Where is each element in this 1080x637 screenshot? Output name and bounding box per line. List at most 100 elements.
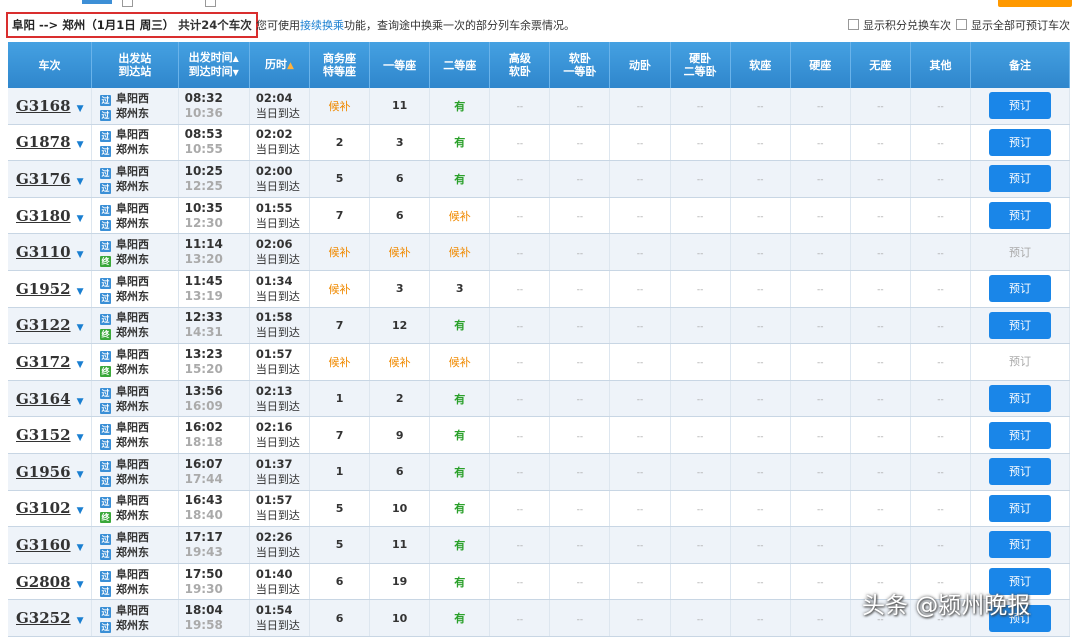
seat-cell: 候补 — [429, 233, 491, 271]
chevron-down-icon[interactable]: ▼ — [77, 323, 84, 333]
seat-unavailable: -- — [576, 578, 584, 589]
pass-station-icon: 过 — [100, 131, 112, 143]
arrival-time: 17:44 — [184, 471, 223, 486]
duration-value: 02:00 — [255, 163, 293, 178]
train-number-link[interactable]: G3176 — [16, 170, 71, 188]
book-button[interactable]: 预订 — [989, 165, 1052, 193]
from-station: 过阜阳西 — [100, 603, 178, 619]
transfer-link[interactable]: 接续换乘 — [300, 19, 344, 32]
filter-selected-tag[interactable] — [82, 0, 112, 4]
seat-unavailable: -- — [516, 321, 524, 332]
seat-availability: 候补 — [328, 99, 351, 113]
book-button[interactable]: 预订 — [989, 458, 1052, 486]
from-station-name: 阜阳西 — [116, 567, 150, 581]
book-button[interactable]: 预订 — [989, 421, 1052, 449]
order-button[interactable] — [998, 0, 1072, 7]
book-button[interactable]: 预订 — [989, 385, 1052, 413]
arrival-day: 当日到达 — [255, 362, 300, 376]
book-button[interactable]: 预订 — [989, 494, 1052, 522]
arrival-day: 当日到达 — [255, 399, 300, 413]
train-number-link[interactable]: G3168 — [16, 97, 71, 115]
show-all-checkbox[interactable] — [956, 19, 967, 30]
show-all-option[interactable]: 显示全部可预订车次 — [956, 17, 1070, 33]
train-number-link[interactable]: G2808 — [16, 573, 71, 591]
chevron-down-icon[interactable]: ▼ — [77, 397, 84, 407]
seat-cell: -- — [670, 343, 731, 381]
train-number-link[interactable]: G3122 — [16, 316, 71, 334]
train-number-link[interactable]: G1952 — [16, 280, 71, 298]
pass-station-icon: 过 — [100, 182, 112, 194]
stations-cell: 过阜阳西过郑州东 — [91, 380, 179, 418]
remark-cell: 预订 — [970, 307, 1070, 345]
seat-unavailable: -- — [817, 431, 824, 442]
chevron-down-icon[interactable]: ▼ — [77, 616, 84, 626]
train-number-link[interactable]: G3110 — [16, 243, 71, 261]
seat-availability: 7 — [335, 428, 344, 442]
chevron-down-icon[interactable]: ▼ — [77, 470, 84, 480]
chevron-down-icon[interactable]: ▼ — [77, 543, 84, 553]
chevron-down-icon[interactable]: ▼ — [77, 104, 84, 114]
chevron-down-icon[interactable]: ▼ — [77, 140, 84, 150]
chevron-down-icon[interactable]: ▼ — [77, 360, 84, 370]
pass-station-icon: 过 — [100, 277, 112, 289]
seat-availability: 3 — [395, 135, 404, 149]
times-cell: 16:43 18:40 — [178, 490, 250, 528]
duration-cell: 01:57 当日到达 — [249, 490, 311, 528]
seat-cell: 11 — [369, 526, 431, 564]
train-cell: G3176 ▼ — [8, 160, 93, 198]
table-row: G3176 ▼ 过阜阳西过郑州东 10:25 12:25 02:00 当日到达 5 6 有 -- --… — [8, 160, 1070, 198]
col-stations[interactable]: 出发站 到达站 — [91, 42, 179, 88]
book-button[interactable]: 预订 — [989, 92, 1052, 120]
book-button[interactable]: 预订 — [989, 311, 1052, 339]
book-button[interactable]: 预订 — [989, 275, 1052, 303]
col-train[interactable]: 车次 — [8, 42, 93, 88]
seat-availability: 6 — [395, 209, 404, 223]
show-points-checkbox[interactable] — [848, 19, 859, 30]
filter-checkbox[interactable] — [205, 0, 216, 7]
seat-cell: 候补 — [309, 88, 371, 125]
train-number-link[interactable]: G1956 — [16, 463, 71, 481]
seat-unavailable: -- — [516, 102, 524, 113]
col-times[interactable]: 出发时间▲ 到达时间▼ — [178, 42, 250, 88]
pass-station-icon: 过 — [100, 533, 112, 545]
seat-cell: -- — [730, 160, 791, 198]
departure-time: 13:23 — [184, 346, 223, 361]
book-button[interactable]: 预订 — [989, 202, 1052, 230]
times-cell: 08:32 10:36 — [178, 88, 250, 125]
book-button[interactable]: 预订 — [989, 128, 1052, 156]
seat-cell: -- — [910, 307, 972, 345]
show-all-label: 显示全部可预订车次 — [971, 19, 1070, 32]
chevron-down-icon[interactable]: ▼ — [77, 506, 84, 516]
chevron-down-icon[interactable]: ▼ — [77, 177, 84, 187]
show-points-option[interactable]: 显示积分兑换车次 — [848, 17, 951, 33]
chevron-down-icon[interactable]: ▼ — [77, 250, 84, 260]
remark-cell: 预订 — [970, 197, 1070, 235]
train-number-link[interactable]: G3160 — [16, 536, 71, 554]
train-number-link[interactable]: G3180 — [16, 207, 71, 225]
duration-cell: 01:57 当日到达 — [249, 343, 311, 381]
filter-checkbox[interactable] — [122, 0, 133, 7]
col-duration[interactable]: 历时▲ — [249, 42, 311, 88]
seat-cell: -- — [670, 453, 731, 491]
train-number-link[interactable]: G3172 — [16, 353, 71, 371]
chevron-down-icon[interactable]: ▼ — [77, 580, 84, 590]
to-station-name: 郑州东 — [116, 545, 150, 559]
seat-cell: -- — [850, 526, 911, 564]
from-station: 过阜阳西 — [100, 420, 178, 436]
table-row: G3122 ▼ 过阜阳西终郑州东 12:33 14:31 01:58 当日到达 7 12 有 -- -… — [8, 307, 1070, 345]
book-button[interactable]: 预订 — [989, 531, 1052, 559]
train-number-link[interactable]: G3152 — [16, 426, 71, 444]
seat-unavailable: -- — [576, 138, 584, 149]
train-number-link[interactable]: G3102 — [16, 499, 71, 517]
chevron-down-icon[interactable]: ▼ — [77, 287, 84, 297]
seat-unavailable: -- — [877, 102, 884, 113]
train-number-link[interactable]: G1878 — [16, 133, 71, 151]
train-number-link[interactable]: G3252 — [16, 609, 71, 627]
seat-availability: 3 — [455, 282, 464, 296]
chevron-down-icon[interactable]: ▼ — [77, 214, 84, 224]
train-number-link[interactable]: G3164 — [16, 390, 71, 408]
seat-unavailable: -- — [636, 614, 644, 625]
seat-cell: -- — [549, 233, 611, 271]
chevron-down-icon[interactable]: ▼ — [77, 433, 84, 443]
times-cell: 13:23 15:20 — [178, 343, 250, 381]
